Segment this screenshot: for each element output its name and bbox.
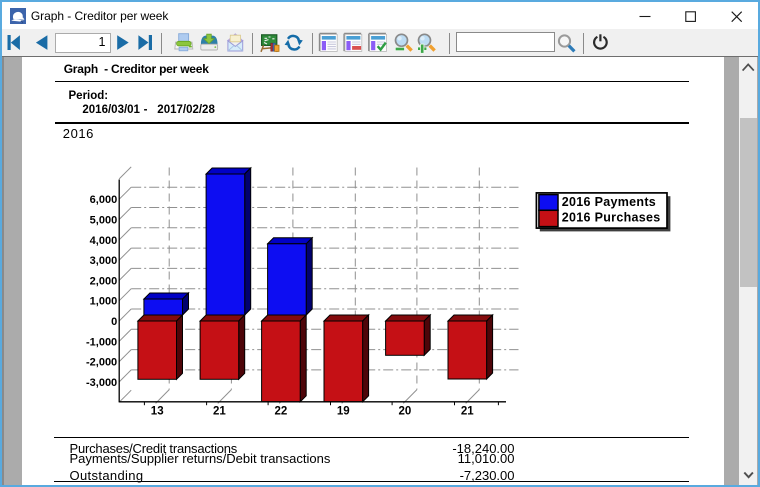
svg-text:2,000: 2,000 <box>90 275 118 287</box>
svg-text:22: 22 <box>275 406 288 418</box>
svg-text:21: 21 <box>213 406 226 418</box>
svg-text:3,000: 3,000 <box>90 255 118 267</box>
svg-text:1,000: 1,000 <box>90 296 118 308</box>
svg-text:2016 Purchases: 2016 Purchases <box>562 211 661 225</box>
svg-text:4,000: 4,000 <box>90 235 118 247</box>
svg-text:0: 0 <box>111 316 117 328</box>
svg-text:-1,000: -1,000 <box>86 336 117 348</box>
svg-text:20: 20 <box>399 406 412 418</box>
svg-text:21: 21 <box>461 406 474 418</box>
svg-text:19: 19 <box>337 406 350 418</box>
svg-text:-3,000: -3,000 <box>86 377 117 389</box>
svg-text:2016 Payments: 2016 Payments <box>562 195 656 209</box>
svg-text:6,000: 6,000 <box>90 194 118 206</box>
svg-text:13: 13 <box>151 406 164 418</box>
svg-text:5,000: 5,000 <box>90 215 118 227</box>
svg-text:-2,000: -2,000 <box>86 357 117 369</box>
